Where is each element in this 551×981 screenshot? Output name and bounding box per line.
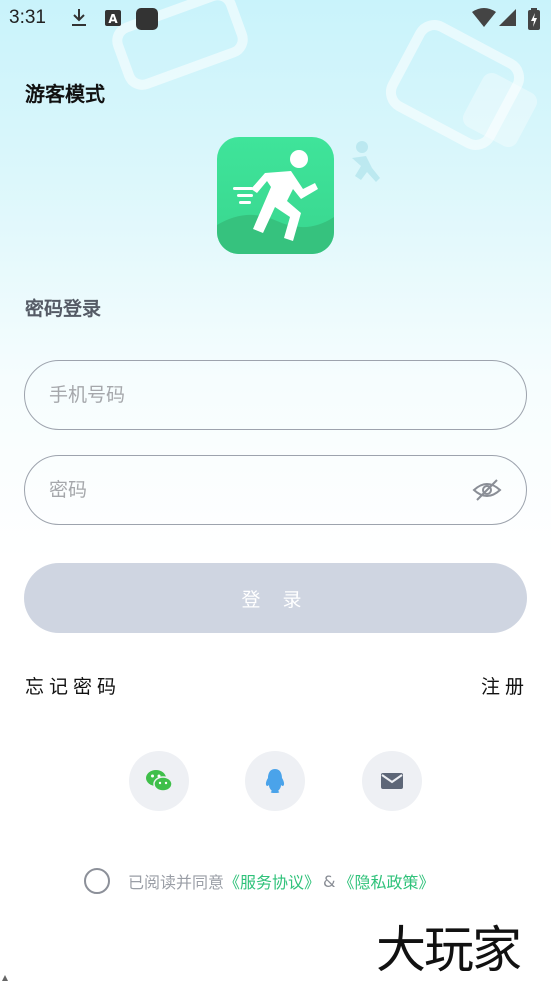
section-title: 密码登录: [25, 298, 102, 320]
phone-field: [24, 360, 527, 430]
forgot-password-link[interactable]: 忘记密码: [25, 672, 121, 699]
wifi-icon: [472, 8, 496, 27]
svg-text:A: A: [108, 12, 118, 26]
battery-charging-icon: [528, 8, 540, 30]
wechat-login-button[interactable]: [129, 751, 189, 811]
font-a-icon: A: [105, 10, 121, 26]
agreement-checkbox[interactable]: [84, 868, 110, 894]
agreement-amp: &: [323, 871, 336, 891]
signal-icon: [499, 9, 516, 26]
watermark: 大玩家: [376, 921, 522, 979]
agreement-prefix: 已阅读并同意: [128, 873, 225, 892]
email-login-button[interactable]: [362, 751, 422, 811]
app-square-icon: [136, 8, 158, 30]
register-link[interactable]: 注册: [481, 672, 529, 699]
service-agreement-link[interactable]: 《服务协议》: [224, 869, 320, 893]
corner-mark-icon: [2, 975, 8, 981]
password-input[interactable]: [49, 456, 469, 524]
status-time: 3:31: [9, 7, 46, 28]
password-field: [24, 455, 527, 525]
guest-mode-link[interactable]: 游客模式: [25, 78, 105, 107]
phone-input[interactable]: [49, 361, 469, 429]
status-bar: 3:31 A: [0, 0, 551, 36]
agreement-row: 已阅读并同意 《服务协议》 & 《隐私政策》: [84, 867, 435, 895]
app-logo: [217, 137, 334, 254]
eye-off-icon[interactable]: [472, 477, 502, 503]
qq-login-button[interactable]: [245, 751, 305, 811]
email-icon: [381, 773, 403, 789]
login-button[interactable]: 登 录: [24, 563, 527, 633]
qq-icon: [265, 769, 285, 793]
wechat-icon: [146, 770, 173, 792]
privacy-policy-link[interactable]: 《隐私政策》: [339, 869, 435, 893]
download-icon: [72, 9, 86, 26]
running-person-icon: [217, 150, 334, 254]
